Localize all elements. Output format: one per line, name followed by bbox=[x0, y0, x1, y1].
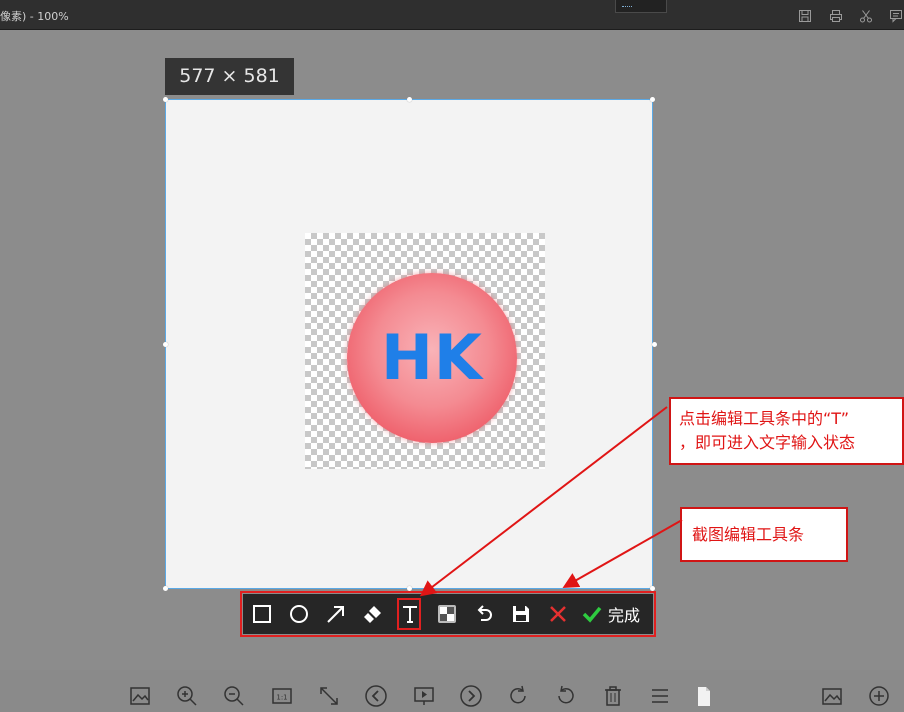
logo-text: HK bbox=[381, 321, 483, 394]
rotate-ccw-icon[interactable] bbox=[554, 684, 578, 708]
undo-tool[interactable] bbox=[465, 594, 502, 634]
arrow-tool[interactable] bbox=[317, 594, 354, 634]
title-bar: 像素) - 100% bbox=[0, 0, 904, 30]
hk-logo: HK bbox=[347, 273, 517, 443]
next-icon[interactable] bbox=[459, 684, 483, 708]
resize-handle-bottom-left[interactable] bbox=[163, 586, 168, 591]
undo-icon bbox=[477, 605, 492, 621]
menu-icon[interactable] bbox=[648, 684, 672, 708]
cancel-tool[interactable] bbox=[539, 594, 576, 634]
selection-size-label: 577 × 581 bbox=[165, 58, 294, 95]
ellipse-icon bbox=[289, 605, 308, 623]
brush-tool[interactable] bbox=[354, 594, 391, 634]
title-tab-indicator[interactable] bbox=[615, 0, 667, 13]
resize-handle-top-right[interactable] bbox=[650, 97, 655, 102]
resize-handle-top-left[interactable] bbox=[163, 97, 168, 102]
rectangle-tool[interactable] bbox=[243, 594, 280, 634]
image-icon[interactable] bbox=[128, 684, 152, 708]
comment-icon[interactable] bbox=[889, 8, 903, 23]
delete-icon[interactable] bbox=[601, 684, 625, 708]
ellipse-tool[interactable] bbox=[280, 594, 317, 634]
actual-size-label: 1:1 bbox=[276, 694, 287, 702]
fit-icon[interactable] bbox=[317, 684, 341, 708]
prev-icon[interactable] bbox=[364, 684, 388, 708]
screenshot-edit-toolbar: 完成 bbox=[243, 594, 653, 634]
text-tool-callout-line2: ，即可进入文字输入状态 bbox=[679, 433, 856, 452]
zoom-out-icon[interactable] bbox=[222, 684, 246, 708]
resize-handle-top[interactable] bbox=[407, 97, 412, 102]
print-icon[interactable] bbox=[829, 8, 843, 22]
scissors-icon[interactable] bbox=[859, 8, 873, 23]
gallery-icon[interactable] bbox=[820, 684, 844, 708]
done-button[interactable]: 完成 bbox=[576, 594, 640, 634]
slideshow-icon[interactable] bbox=[412, 684, 436, 708]
arrow-icon bbox=[326, 606, 344, 623]
save-icon bbox=[512, 606, 529, 622]
rotate-cw-icon[interactable] bbox=[506, 684, 530, 708]
resize-handle-left[interactable] bbox=[163, 342, 168, 347]
window-title: 像素) - 100% bbox=[0, 10, 69, 23]
save-tool[interactable] bbox=[502, 594, 539, 634]
done-label: 完成 bbox=[608, 606, 641, 625]
text-tool-callout: 点击编辑工具条中的“T” ，即可进入文字输入状态 bbox=[669, 397, 904, 465]
brush-icon bbox=[363, 606, 381, 623]
checkmark-icon bbox=[582, 606, 602, 623]
cancel-icon bbox=[549, 606, 566, 622]
save-icon[interactable] bbox=[798, 8, 812, 22]
file-icon[interactable] bbox=[694, 684, 718, 708]
rectangle-icon bbox=[252, 605, 271, 623]
toolbar-callout: 截图编辑工具条 bbox=[680, 507, 848, 562]
zoom-in-icon[interactable] bbox=[175, 684, 199, 708]
actual-size-icon[interactable]: 1:1 bbox=[270, 684, 294, 708]
mosaic-tool[interactable] bbox=[428, 594, 465, 634]
mosaic-icon bbox=[437, 605, 456, 623]
add-icon[interactable] bbox=[867, 684, 891, 708]
text-tool-callout-line1: 点击编辑工具条中的“T” bbox=[679, 409, 850, 428]
resize-handle-right[interactable] bbox=[652, 342, 657, 347]
text-tool-highlight bbox=[397, 598, 421, 630]
